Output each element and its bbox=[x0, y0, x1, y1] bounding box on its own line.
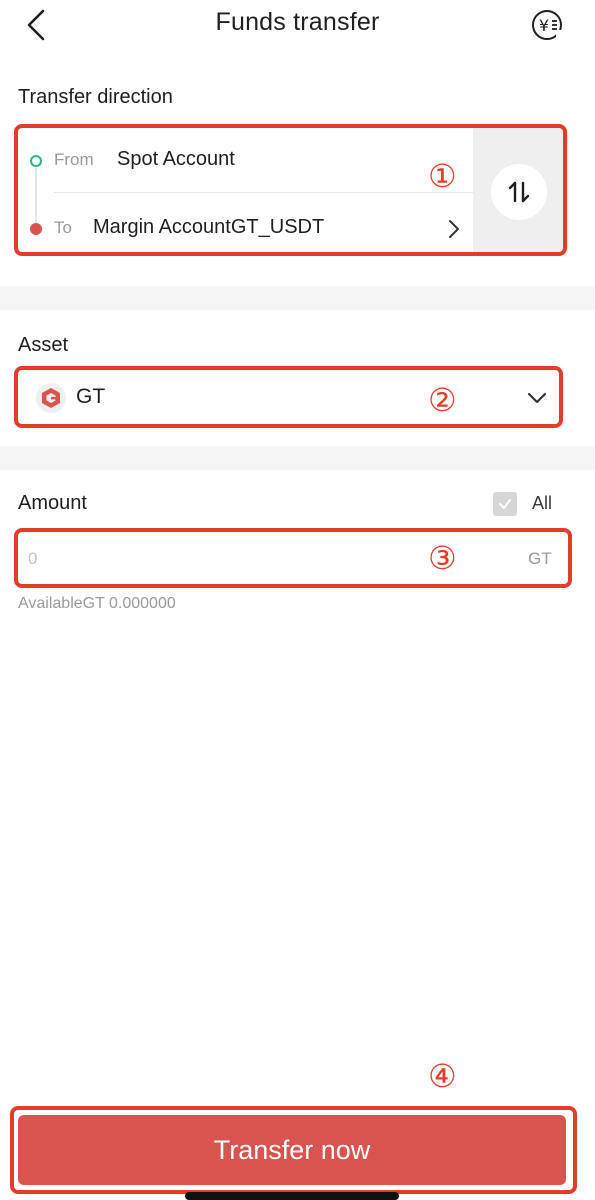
direction-accounts: From Spot Account To Margin AccountGT_US… bbox=[18, 128, 474, 255]
direction-connector bbox=[35, 168, 37, 223]
gt-token-icon bbox=[36, 383, 66, 413]
amount-label: Amount bbox=[18, 492, 87, 514]
direction-divider bbox=[54, 192, 474, 193]
all-label[interactable]: All bbox=[532, 493, 552, 514]
to-tag: To bbox=[54, 218, 72, 237]
annotation-number-1: ① bbox=[428, 157, 457, 195]
to-account: Margin AccountGT_USDT bbox=[93, 216, 325, 238]
amount-unit: GT bbox=[528, 549, 552, 568]
to-account-selector[interactable]: To Margin AccountGT_USDT bbox=[48, 196, 473, 252]
transfer-direction-label: Transfer direction bbox=[18, 86, 173, 108]
from-tag: From bbox=[54, 150, 94, 169]
home-indicator bbox=[185, 1192, 399, 1200]
available-balance: AvailableGT 0.000000 bbox=[18, 595, 176, 612]
swap-vertical-icon bbox=[508, 181, 530, 203]
records-button[interactable]: ¥ bbox=[530, 8, 564, 42]
transfer-direction-card: From Spot Account To Margin AccountGT_US… bbox=[18, 128, 568, 255]
chevron-down-icon bbox=[527, 392, 547, 404]
section-divider bbox=[0, 286, 595, 310]
funds-transfer-screen: Funds transfer ¥ Transfer direction From… bbox=[0, 0, 595, 1200]
yuan-glyph: ¥ bbox=[539, 16, 549, 35]
all-checkbox[interactable] bbox=[493, 492, 517, 516]
header-bar: Funds transfer ¥ bbox=[0, 0, 595, 50]
yuan-currency-icon: ¥ bbox=[532, 10, 564, 40]
page-title: Funds transfer bbox=[215, 8, 380, 36]
amount-field: GT bbox=[18, 532, 570, 586]
asset-select[interactable]: GT bbox=[18, 370, 563, 426]
annotation-number-2: ② bbox=[428, 381, 457, 419]
check-icon bbox=[499, 499, 511, 509]
asset-label: Asset bbox=[18, 334, 69, 356]
swap-direction-button[interactable] bbox=[491, 164, 547, 220]
transfer-now-button[interactable]: Transfer now bbox=[18, 1115, 566, 1185]
asset-selected: GT bbox=[76, 385, 106, 408]
from-dot-icon bbox=[30, 155, 42, 167]
annotation-number-4: ④ bbox=[428, 1057, 457, 1095]
section-divider bbox=[0, 446, 595, 470]
swap-panel bbox=[473, 128, 568, 255]
to-dot-icon bbox=[30, 223, 42, 235]
from-account: Spot Account bbox=[117, 148, 235, 170]
annotation-number-3: ③ bbox=[428, 539, 457, 577]
chevron-right-icon bbox=[449, 220, 459, 238]
